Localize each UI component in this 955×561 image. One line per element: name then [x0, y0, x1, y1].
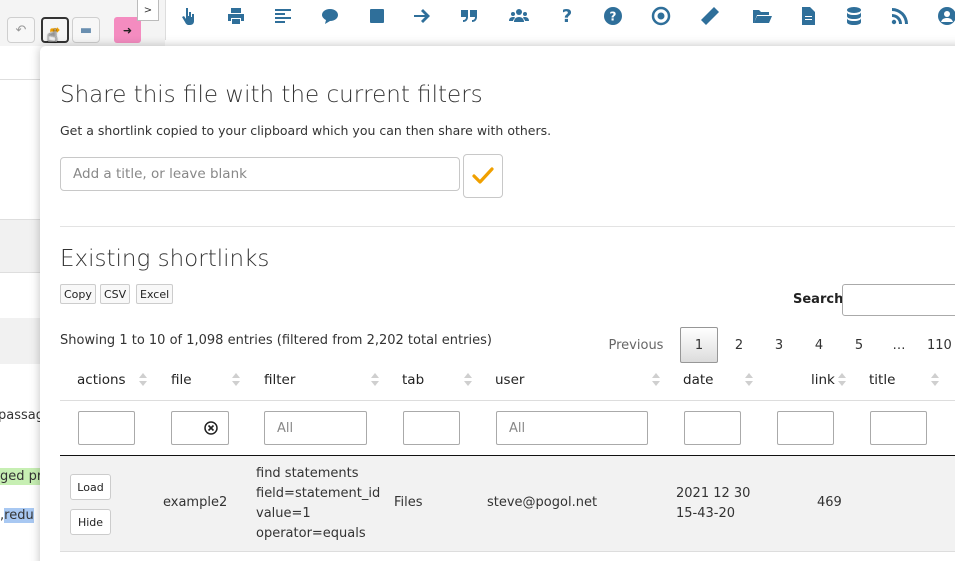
quote-icon[interactable] — [456, 5, 482, 27]
users-icon[interactable] — [506, 5, 532, 27]
filter-user-input[interactable]: All — [496, 411, 648, 445]
search-label: Search: — [793, 292, 849, 307]
background-highlight-blue: redu — [4, 508, 34, 523]
filter-title-input[interactable] — [870, 411, 927, 445]
search-input[interactable] — [842, 284, 955, 316]
undo-icon: ↶ — [15, 22, 27, 38]
pointer-icon[interactable] — [176, 5, 202, 27]
cell-tab: Files — [394, 495, 423, 510]
comments-icon: ▬ — [79, 22, 93, 38]
table-row: Load Hide example2 find statements field… — [60, 456, 955, 552]
share-title: Share this file with the current filters — [60, 82, 483, 108]
background-highlight-green: ged pr — [0, 468, 43, 485]
date-line-text: 2021 12 30 — [676, 486, 751, 501]
sort-icon — [371, 372, 380, 388]
csv-button[interactable]: CSV — [100, 284, 131, 304]
background-divider — [0, 272, 42, 273]
filter-tab-input[interactable] — [403, 411, 460, 445]
column-header-file[interactable]: file — [171, 372, 192, 388]
column-header-filter[interactable]: filter — [264, 372, 295, 388]
existing-shortlinks-title: Existing shortlinks — [60, 246, 270, 272]
filter-line-text: field=statement_id — [256, 486, 381, 501]
filter-actions-input[interactable] — [78, 411, 135, 445]
align-left-icon[interactable] — [270, 5, 296, 27]
square-icon[interactable] — [364, 5, 390, 27]
date-line-text: 15-43-20 — [676, 506, 736, 521]
sort-icon — [838, 372, 847, 388]
sort-icon — [232, 372, 241, 388]
background-highlight-row: ,redu — [0, 508, 34, 523]
filter-line-text: value=1 — [256, 506, 311, 521]
share-popover: Share this file with the current filters… — [40, 46, 955, 561]
svg-text:?: ? — [610, 10, 617, 24]
filter-line-text: find statements — [256, 466, 359, 481]
share-subtitle: Get a shortlink copied to your clipboard… — [60, 123, 552, 138]
column-header-link[interactable]: link — [811, 372, 835, 388]
print-icon[interactable] — [223, 5, 249, 27]
question-icon[interactable]: ? — [554, 5, 580, 27]
copy-button[interactable]: Copy — [60, 284, 96, 304]
pagination-page-110[interactable]: 110 — [927, 327, 955, 363]
main-toolbar: ? ? — [165, 0, 955, 40]
comment-icon[interactable] — [317, 5, 343, 27]
arrow-right-icon[interactable] — [409, 5, 435, 27]
background-band — [0, 220, 42, 272]
cell-filter: find statements field=statement_id value… — [256, 464, 380, 544]
section-divider — [60, 226, 955, 227]
pagination-page-5[interactable]: 5 — [844, 327, 874, 363]
shortlink-title-input[interactable] — [60, 157, 460, 191]
sort-icon — [931, 372, 940, 388]
pagination-ellipsis: … — [892, 337, 906, 353]
column-header-date[interactable]: date — [683, 372, 713, 388]
database-icon[interactable] — [841, 5, 867, 27]
filter-date-input[interactable] — [684, 411, 741, 445]
undo-button[interactable]: ↶ — [7, 17, 35, 43]
filter-filter-input[interactable]: All — [264, 411, 367, 445]
comments-button[interactable]: ▬ — [72, 17, 100, 43]
filter-file-input[interactable] — [171, 411, 229, 445]
table-header-divider — [60, 400, 955, 401]
column-header-tab[interactable]: tab — [402, 372, 424, 388]
cell-link[interactable]: 469 — [817, 493, 842, 513]
pagination-page-3[interactable]: 3 — [764, 327, 794, 363]
help-circle-icon[interactable]: ? — [600, 5, 626, 27]
pagination-previous[interactable]: Previous — [605, 327, 667, 363]
table-info: Showing 1 to 10 of 1,098 entries (filter… — [60, 333, 492, 348]
checkmark-icon — [472, 167, 494, 184]
load-button[interactable]: Load — [70, 474, 111, 500]
column-header-actions[interactable]: actions — [77, 372, 126, 388]
confirm-button[interactable] — [463, 154, 503, 198]
expand-tab[interactable]: > — [137, 0, 159, 21]
background-band — [0, 318, 42, 364]
excel-button[interactable]: Excel — [136, 284, 174, 304]
pagination-page-2[interactable]: 2 — [724, 327, 754, 363]
column-header-user[interactable]: user — [495, 372, 524, 388]
cell-user: steve@pogol.net — [487, 495, 598, 510]
target-icon[interactable] — [648, 5, 674, 27]
pagination-page-4[interactable]: 4 — [804, 327, 834, 363]
sort-icon — [139, 372, 148, 388]
filter-line-text: operator=equals — [256, 526, 366, 541]
sort-icon — [745, 372, 754, 388]
ruler-icon[interactable] — [697, 5, 723, 27]
user-circle-icon[interactable] — [934, 5, 955, 27]
file-icon[interactable] — [795, 5, 821, 27]
background-divider — [0, 79, 42, 80]
sort-icon — [464, 372, 473, 388]
pagination-page-1[interactable]: 1 — [680, 327, 718, 363]
hand-cursor-icon: ☝ — [47, 26, 58, 47]
filter-link-input[interactable] — [777, 411, 834, 445]
folder-open-icon[interactable] — [749, 5, 775, 27]
clear-icon[interactable] — [204, 421, 218, 435]
hide-button[interactable]: Hide — [70, 509, 111, 535]
rss-icon[interactable] — [887, 5, 913, 27]
cell-date: 2021 12 30 15-43-20 — [676, 484, 750, 524]
cell-file: example2 — [163, 495, 228, 510]
column-header-title[interactable]: title — [869, 372, 895, 388]
sort-icon — [652, 372, 661, 388]
logout-icon: ➜ — [122, 23, 133, 37]
